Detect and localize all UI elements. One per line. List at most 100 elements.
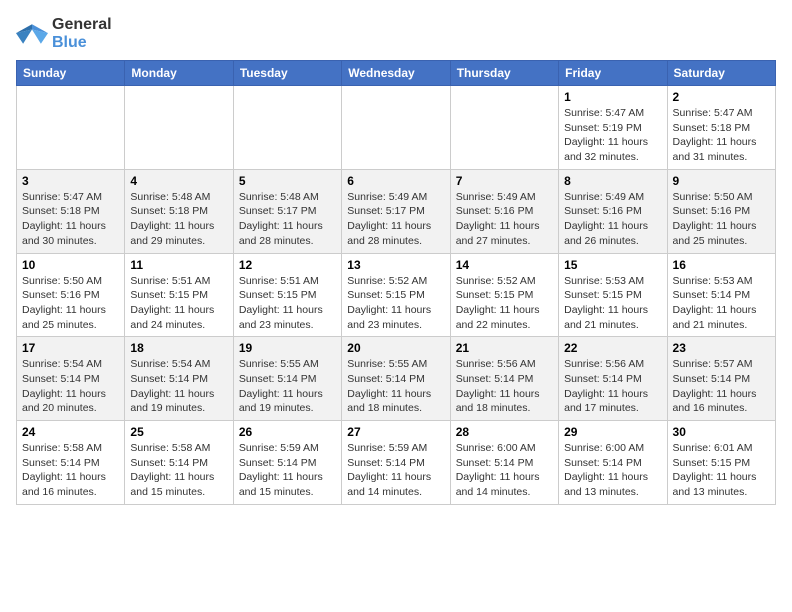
day-info: Sunrise: 5:49 AM Sunset: 5:16 PM Dayligh… [456,190,553,249]
day-number: 15 [564,258,661,272]
day-info: Sunrise: 5:50 AM Sunset: 5:16 PM Dayligh… [22,274,119,333]
logo-icon [16,20,48,48]
calendar-cell: 2 Sunrise: 5:47 AM Sunset: 5:18 PM Daylig… [667,86,775,170]
page-header: General Blue [16,16,776,52]
calendar-cell: 16 Sunrise: 5:53 AM Sunset: 5:14 PM Dayli… [667,253,775,337]
day-info: Sunrise: 5:58 AM Sunset: 5:14 PM Dayligh… [130,441,227,500]
calendar-cell: 14Sunrise: 5:52 AM Sunset: 5:15 PM Dayli… [450,253,558,337]
day-number: 17 [22,341,119,355]
week-row-4: 17 Sunrise: 5:54 AM Sunset: 5:14 PM Dayli… [17,337,776,421]
day-number: 29 [564,425,661,439]
calendar-table: SundayMondayTuesdayWednesdayThursdayFrid… [16,60,776,505]
day-number: 5 [239,174,336,188]
calendar-cell: 15 Sunrise: 5:53 AM Sunset: 5:15 PM Dayli… [559,253,667,337]
day-number: 10 [22,258,119,272]
weekday-header-sunday: Sunday [17,61,125,86]
day-info: Sunrise: 5:54 AM Sunset: 5:14 PM Dayligh… [22,357,119,416]
day-number: 3 [22,174,119,188]
calendar-cell [342,86,450,170]
calendar-cell: 12 Sunrise: 5:51 AM Sunset: 5:15 PM Dayli… [233,253,341,337]
calendar-cell: 13 Sunrise: 5:52 AM Sunset: 5:15 PM Dayli… [342,253,450,337]
day-info: Sunrise: 5:50 AM Sunset: 5:16 PM Dayligh… [673,190,770,249]
day-info: Sunrise: 5:52 AM Sunset: 5:15 PM Dayligh… [347,274,444,333]
weekday-header-row: SundayMondayTuesdayWednesdayThursdayFrid… [17,61,776,86]
day-info: Sunrise: 5:55 AM Sunset: 5:14 PM Dayligh… [347,357,444,416]
calendar-cell: 19 Sunrise: 5:55 AM Sunset: 5:14 PM Dayli… [233,337,341,421]
day-info: Sunrise: 6:00 AM Sunset: 5:14 PM Dayligh… [564,441,661,500]
day-info: Sunrise: 5:51 AM Sunset: 5:15 PM Dayligh… [239,274,336,333]
weekday-header-wednesday: Wednesday [342,61,450,86]
calendar-cell: 9 Sunrise: 5:50 AM Sunset: 5:16 PM Daylig… [667,169,775,253]
calendar-cell: 21 Sunrise: 5:56 AM Sunset: 5:14 PM Dayli… [450,337,558,421]
day-number: 12 [239,258,336,272]
calendar-cell [233,86,341,170]
day-number: 25 [130,425,227,439]
day-info: Sunrise: 5:52 AM Sunset: 5:15 PM Dayligh… [456,274,553,333]
calendar-cell: 10 Sunrise: 5:50 AM Sunset: 5:16 PM Dayli… [17,253,125,337]
day-info: Sunrise: 5:49 AM Sunset: 5:16 PM Dayligh… [564,190,661,249]
day-number: 6 [347,174,444,188]
day-number: 2 [673,90,770,104]
weekday-header-monday: Monday [125,61,233,86]
day-info: Sunrise: 5:53 AM Sunset: 5:14 PM Dayligh… [673,274,770,333]
day-number: 18 [130,341,227,355]
calendar-cell: 17 Sunrise: 5:54 AM Sunset: 5:14 PM Dayli… [17,337,125,421]
calendar-cell: 11 Sunrise: 5:51 AM Sunset: 5:15 PM Dayli… [125,253,233,337]
calendar-cell: 20Sunrise: 5:55 AM Sunset: 5:14 PM Dayli… [342,337,450,421]
week-row-5: 24 Sunrise: 5:58 AM Sunset: 5:14 PM Dayli… [17,421,776,505]
calendar-cell: 30 Sunrise: 6:01 AM Sunset: 5:15 PM Dayli… [667,421,775,505]
week-row-3: 10 Sunrise: 5:50 AM Sunset: 5:16 PM Dayli… [17,253,776,337]
day-info: Sunrise: 5:56 AM Sunset: 5:14 PM Dayligh… [456,357,553,416]
calendar-cell: 27Sunrise: 5:59 AM Sunset: 5:14 PM Dayli… [342,421,450,505]
day-info: Sunrise: 5:53 AM Sunset: 5:15 PM Dayligh… [564,274,661,333]
logo: General Blue [16,16,112,52]
weekday-header-saturday: Saturday [667,61,775,86]
calendar-cell: 5Sunrise: 5:48 AM Sunset: 5:17 PM Daylig… [233,169,341,253]
calendar-cell: 28Sunrise: 6:00 AM Sunset: 5:14 PM Dayli… [450,421,558,505]
day-info: Sunrise: 5:51 AM Sunset: 5:15 PM Dayligh… [130,274,227,333]
week-row-1: 1Sunrise: 5:47 AM Sunset: 5:19 PM Daylig… [17,86,776,170]
day-info: Sunrise: 6:00 AM Sunset: 5:14 PM Dayligh… [456,441,553,500]
calendar-cell: 29 Sunrise: 6:00 AM Sunset: 5:14 PM Dayli… [559,421,667,505]
day-info: Sunrise: 5:49 AM Sunset: 5:17 PM Dayligh… [347,190,444,249]
weekday-header-thursday: Thursday [450,61,558,86]
day-number: 30 [673,425,770,439]
day-info: Sunrise: 5:59 AM Sunset: 5:14 PM Dayligh… [347,441,444,500]
day-number: 8 [564,174,661,188]
weekday-header-friday: Friday [559,61,667,86]
day-info: Sunrise: 5:54 AM Sunset: 5:14 PM Dayligh… [130,357,227,416]
day-number: 19 [239,341,336,355]
day-info: Sunrise: 5:59 AM Sunset: 5:14 PM Dayligh… [239,441,336,500]
day-info: Sunrise: 6:01 AM Sunset: 5:15 PM Dayligh… [673,441,770,500]
calendar-cell: 23 Sunrise: 5:57 AM Sunset: 5:14 PM Dayli… [667,337,775,421]
day-number: 22 [564,341,661,355]
calendar-cell [17,86,125,170]
calendar-cell: 24 Sunrise: 5:58 AM Sunset: 5:14 PM Dayli… [17,421,125,505]
day-number: 16 [673,258,770,272]
day-number: 24 [22,425,119,439]
calendar-cell: 3 Sunrise: 5:47 AM Sunset: 5:18 PM Daylig… [17,169,125,253]
day-number: 9 [673,174,770,188]
calendar-cell: 4Sunrise: 5:48 AM Sunset: 5:18 PM Daylig… [125,169,233,253]
day-number: 21 [456,341,553,355]
calendar-cell: 6 Sunrise: 5:49 AM Sunset: 5:17 PM Daylig… [342,169,450,253]
day-number: 23 [673,341,770,355]
day-number: 7 [456,174,553,188]
day-info: Sunrise: 5:47 AM Sunset: 5:18 PM Dayligh… [22,190,119,249]
day-number: 11 [130,258,227,272]
day-info: Sunrise: 5:47 AM Sunset: 5:19 PM Dayligh… [564,106,661,165]
calendar-cell: 8 Sunrise: 5:49 AM Sunset: 5:16 PM Daylig… [559,169,667,253]
week-row-2: 3 Sunrise: 5:47 AM Sunset: 5:18 PM Daylig… [17,169,776,253]
day-info: Sunrise: 5:57 AM Sunset: 5:14 PM Dayligh… [673,357,770,416]
calendar-cell [450,86,558,170]
calendar-cell: 1Sunrise: 5:47 AM Sunset: 5:19 PM Daylig… [559,86,667,170]
day-number: 4 [130,174,227,188]
day-number: 26 [239,425,336,439]
day-info: Sunrise: 5:56 AM Sunset: 5:14 PM Dayligh… [564,357,661,416]
day-info: Sunrise: 5:47 AM Sunset: 5:18 PM Dayligh… [673,106,770,165]
calendar-cell: 7 Sunrise: 5:49 AM Sunset: 5:16 PM Daylig… [450,169,558,253]
day-info: Sunrise: 5:55 AM Sunset: 5:14 PM Dayligh… [239,357,336,416]
day-info: Sunrise: 5:58 AM Sunset: 5:14 PM Dayligh… [22,441,119,500]
day-number: 13 [347,258,444,272]
calendar-cell: 26 Sunrise: 5:59 AM Sunset: 5:14 PM Dayli… [233,421,341,505]
